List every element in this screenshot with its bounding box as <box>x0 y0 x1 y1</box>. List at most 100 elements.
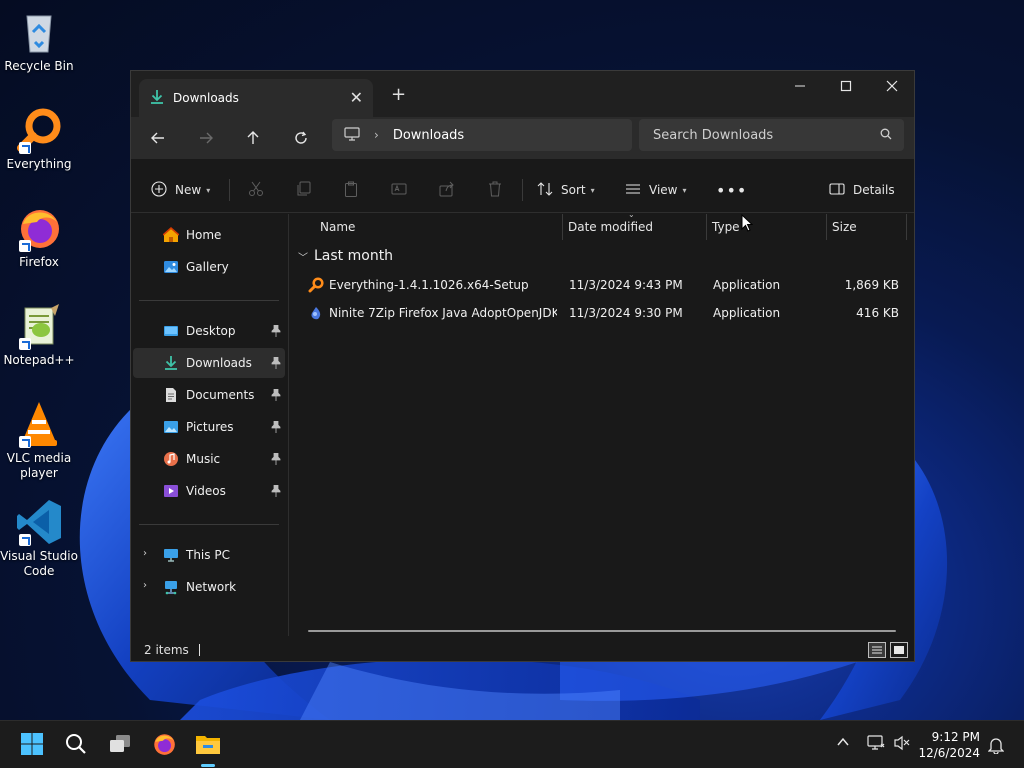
column-header-label: Date modified <box>568 220 654 234</box>
item-count: 2 items <box>144 643 189 657</box>
details-view-button[interactable] <box>868 642 886 658</box>
column-separator[interactable] <box>826 214 827 240</box>
nav-item-gallery[interactable]: Gallery <box>133 252 285 282</box>
column-separator[interactable] <box>706 214 707 240</box>
desktop-icon-vlc[interactable]: VLC media player <box>0 400 78 481</box>
pin-icon <box>271 324 281 337</box>
close-tab-button[interactable]: ✕ <box>350 88 363 107</box>
task-view-button[interactable] <box>104 729 136 761</box>
notepadpp-icon <box>15 302 63 350</box>
minimize-button[interactable] <box>777 71 823 101</box>
new-tab-button[interactable]: + <box>391 84 406 105</box>
taskbar-file-explorer[interactable] <box>192 729 224 761</box>
copy-button[interactable] <box>296 177 312 203</box>
nav-divider <box>139 300 279 301</box>
breadcrumb-separator-icon: › <box>374 128 379 142</box>
file-size: 416 KB <box>856 306 899 320</box>
file-date: 11/3/2024 9:30 PM <box>569 306 683 320</box>
start-button[interactable] <box>16 729 48 761</box>
pin-icon <box>271 356 281 369</box>
paste-button[interactable] <box>343 177 359 203</box>
cut-button[interactable] <box>248 177 264 203</box>
nav-item-network[interactable]: › Network <box>133 572 285 602</box>
details-pane-icon <box>829 181 845 200</box>
forward-button[interactable] <box>192 125 220 151</box>
back-button[interactable] <box>144 125 172 151</box>
large-icons-view-button[interactable] <box>890 642 908 658</box>
address-bar[interactable]: › Downloads <box>332 119 632 151</box>
details-pane-button[interactable]: Details <box>829 177 895 203</box>
shortcut-arrow-icon <box>19 142 31 154</box>
shortcut-arrow-icon <box>19 534 31 546</box>
up-button[interactable] <box>239 125 267 151</box>
view-button[interactable]: View ▾ <box>625 177 687 203</box>
close-window-button[interactable] <box>869 71 914 101</box>
desktop-icon-vscode[interactable]: Visual Studio Code <box>0 498 78 579</box>
desktop-folder-icon <box>163 323 179 339</box>
title-bar: Downloads ✕ + <box>131 71 914 117</box>
taskbar-search-button[interactable] <box>60 729 92 761</box>
everything-search-icon <box>308 277 324 293</box>
desktop-icon-notepadpp[interactable]: Notepad++ <box>0 302 78 368</box>
chevron-right-icon[interactable]: › <box>143 580 147 591</box>
maximize-button[interactable] <box>823 71 869 101</box>
column-header-name[interactable]: Name <box>320 214 355 240</box>
column-header-size[interactable]: Size <box>832 214 857 240</box>
notifications-bell-icon[interactable] <box>987 736 1005 757</box>
pin-icon <box>271 452 281 465</box>
file-row[interactable]: Ninite 7Zip Firefox Java AdoptOpenJDK x.… <box>290 299 910 327</box>
sort-indicator-icon: ⌄ <box>628 210 635 219</box>
copy-icon <box>296 181 312 200</box>
file-type: Application <box>713 306 781 320</box>
search-input[interactable]: Search Downloads <box>639 119 904 151</box>
nav-label: Home <box>186 228 222 242</box>
file-row[interactable]: Everything-1.4.1.1026.x64-Setup 11/3/202… <box>290 271 910 299</box>
status-divider <box>198 644 200 656</box>
clock-date: 12/6/2024 <box>918 746 980 760</box>
nav-label: Documents <box>186 388 255 402</box>
nav-label: This PC <box>186 548 230 562</box>
breadcrumb-downloads[interactable]: Downloads <box>393 128 464 143</box>
column-header-type[interactable]: Type <box>712 214 740 240</box>
tab-downloads[interactable]: Downloads ✕ <box>139 79 373 117</box>
taskbar-firefox[interactable] <box>148 729 180 761</box>
delete-button[interactable] <box>487 177 503 203</box>
show-hidden-icons-button[interactable] <box>836 735 850 752</box>
desktop-icon-label: Firefox <box>19 255 59 269</box>
column-separator[interactable] <box>906 214 907 240</box>
nav-label: Gallery <box>186 260 229 274</box>
file-explorer-window: Downloads ✕ + › Downloads Search Downloa… <box>130 70 915 662</box>
group-header-last-month[interactable]: ﹀ Last month <box>298 248 393 264</box>
nav-item-videos[interactable]: Videos <box>133 476 285 506</box>
scissors-icon <box>248 181 264 200</box>
column-header-date[interactable]: Date modified <box>568 214 653 240</box>
command-bar: New ▾ Sort ▾ View ▾ ••• Details <box>131 167 914 213</box>
volume-muted-icon[interactable] <box>893 735 911 754</box>
nav-item-music[interactable]: Music <box>133 444 285 474</box>
system-clock[interactable]: 9:12 PM 12/6/2024 <box>918 729 980 761</box>
search-placeholder: Search Downloads <box>653 127 774 143</box>
desktop-icon-firefox[interactable]: Firefox <box>0 204 78 270</box>
nav-item-pictures[interactable]: Pictures <box>133 412 285 442</box>
nav-item-this-pc[interactable]: › This PC <box>133 540 285 570</box>
network-status-icon[interactable] <box>867 735 885 754</box>
nav-item-desktop[interactable]: Desktop <box>133 316 285 346</box>
desktop-icon-everything[interactable]: Everything <box>0 106 78 172</box>
nav-label: Pictures <box>186 420 234 434</box>
sort-button[interactable]: Sort ▾ <box>537 177 595 203</box>
refresh-button[interactable] <box>287 125 315 151</box>
shortcut-arrow-icon <box>19 338 31 350</box>
nav-item-downloads[interactable]: Downloads <box>133 348 285 378</box>
desktop-icon-recycle-bin[interactable]: Recycle Bin <box>0 8 78 74</box>
share-button[interactable] <box>439 177 455 203</box>
column-separator[interactable] <box>562 214 563 240</box>
chevron-right-icon[interactable]: › <box>143 548 147 559</box>
new-button[interactable]: New ▾ <box>151 177 210 203</box>
rename-button[interactable] <box>391 177 407 203</box>
more-options-button[interactable]: ••• <box>716 177 747 203</box>
nav-item-home[interactable]: Home <box>133 220 285 250</box>
details-label: Details <box>853 183 895 197</box>
nav-item-documents[interactable]: Documents <box>133 380 285 410</box>
tab-title: Downloads <box>173 91 239 105</box>
horizontal-scrollbar[interactable] <box>308 630 896 632</box>
